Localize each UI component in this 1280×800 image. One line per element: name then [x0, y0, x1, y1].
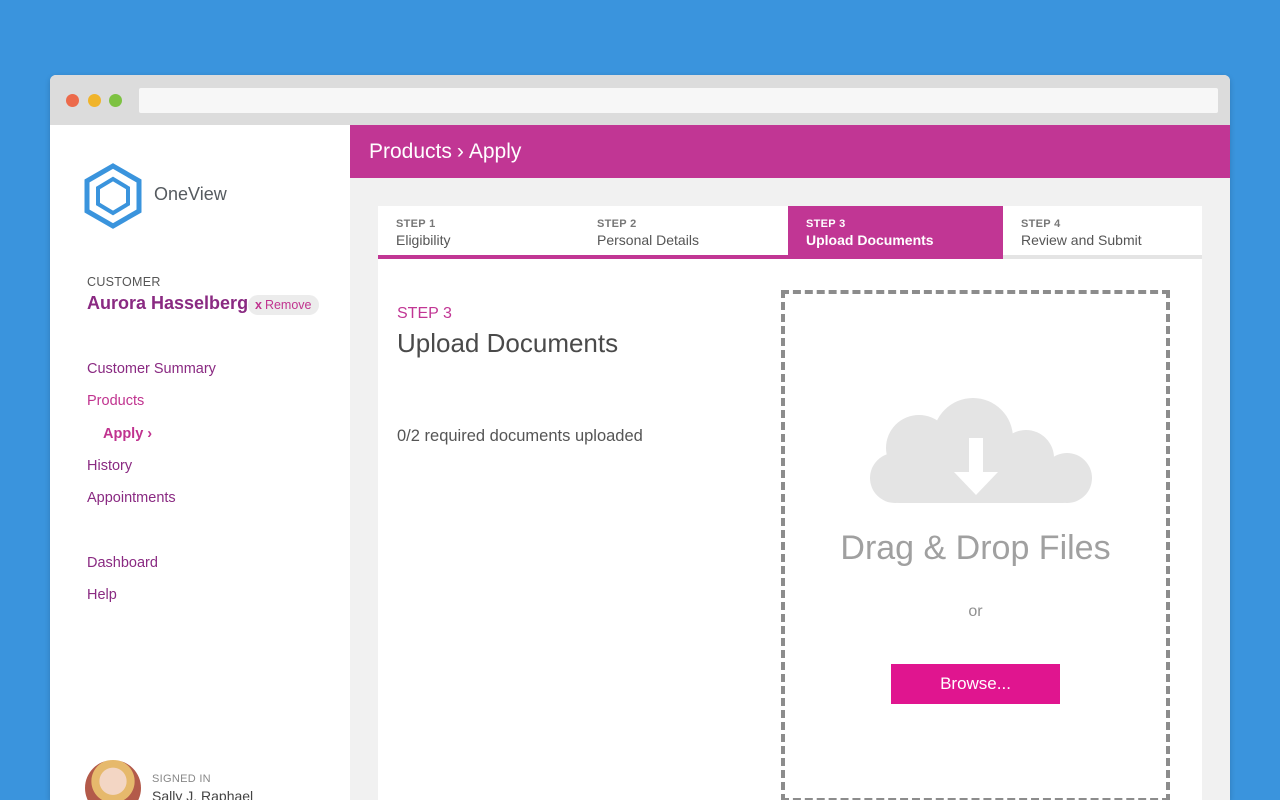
drop-or-label: or [968, 603, 983, 620]
step-label: Upload Documents [806, 232, 934, 248]
breadcrumb-products[interactable]: Products [369, 140, 452, 163]
browser-titlebar [50, 75, 1230, 125]
drop-files-title: Drag & Drop Files [840, 529, 1111, 567]
breadcrumb-apply: Apply [468, 140, 522, 163]
step-number: STEP 2 [597, 218, 637, 230]
maximize-window-button[interactable] [109, 94, 122, 107]
nav-apply[interactable]: Apply › [103, 426, 152, 442]
close-icon: x [255, 298, 262, 312]
nav-history[interactable]: History [87, 458, 132, 474]
breadcrumb: Products › Apply [369, 140, 521, 164]
avatar[interactable] [85, 760, 141, 800]
signed-in-user-name: Sally J. Raphael [152, 788, 254, 800]
file-dropzone[interactable]: Drag & Drop Files or Browse... [781, 290, 1170, 800]
step-label: Review and Submit [1021, 232, 1142, 248]
nav-customer-summary[interactable]: Customer Summary [87, 361, 216, 377]
application-card: STEP 1 Eligibility STEP 2 Personal Detai… [378, 206, 1202, 800]
step-tab-upload-documents[interactable]: STEP 3 Upload Documents [788, 206, 1003, 259]
page-header: Products › Apply [350, 125, 1230, 178]
remove-label: Remove [264, 298, 312, 312]
step-tab-review-and-submit[interactable]: STEP 4 Review and Submit [1003, 206, 1202, 259]
nav-products[interactable]: Products [87, 393, 144, 409]
step-label: Eligibility [396, 232, 451, 248]
signed-in-label: SIGNED IN [152, 773, 211, 785]
step-tab-personal-details[interactable]: STEP 2 Personal Details [579, 206, 790, 259]
step-label: Personal Details [597, 232, 699, 248]
address-bar[interactable] [139, 88, 1218, 113]
customer-name[interactable]: Aurora Hasselberg [87, 293, 248, 314]
browse-button[interactable]: Browse... [891, 664, 1060, 704]
minimize-window-button[interactable] [88, 94, 101, 107]
nav-help[interactable]: Help [87, 587, 117, 603]
nav-dashboard[interactable]: Dashboard [87, 555, 158, 571]
nav-appointments[interactable]: Appointments [87, 490, 176, 506]
step-number: STEP 4 [1021, 218, 1061, 230]
step-kicker: STEP 3 [397, 305, 452, 322]
remove-customer-button[interactable]: x Remove [248, 295, 319, 315]
hexagon-logo-icon [84, 163, 142, 229]
chevron-right-icon: › [456, 140, 464, 163]
sidebar: OneView CUSTOMER Aurora Hasselberg x Remo… [50, 125, 350, 800]
close-window-button[interactable] [66, 94, 79, 107]
browser-window: OneView CUSTOMER Aurora Hasselberg x Remo… [50, 75, 1230, 800]
customer-label: CUSTOMER [87, 275, 161, 289]
documents-status: 0/2 required documents uploaded [397, 427, 643, 445]
main-content: Products › Apply STEP 1 Eligibility STEP 2… [350, 125, 1230, 800]
step-tab-eligibility[interactable]: STEP 1 Eligibility [378, 206, 579, 259]
page-title: Upload Documents [397, 328, 619, 358]
cloud-download-icon [870, 398, 1092, 503]
app-name: OneView [154, 184, 227, 204]
step-progress: STEP 1 Eligibility STEP 2 Personal Detai… [378, 206, 1202, 260]
step-number: STEP 3 [806, 218, 846, 230]
step-number: STEP 1 [396, 218, 436, 230]
